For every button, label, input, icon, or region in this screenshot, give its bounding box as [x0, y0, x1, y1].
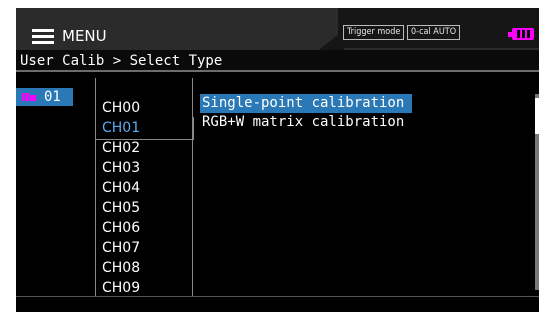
column-divider	[192, 78, 193, 296]
channel-item[interactable]: CH06	[102, 218, 140, 238]
channel-item[interactable]: CH00	[102, 98, 140, 118]
header-bar: MENU Trigger mode 0-cal AUTO	[16, 8, 539, 52]
channel-item[interactable]: CH02	[102, 138, 140, 158]
channel-list: CH00 CH01 CH02 CH03 CH04 CH05 CH06 CH07 …	[102, 98, 140, 298]
calibration-type-rgbw-matrix[interactable]: RGB+W matrix calibration	[200, 113, 412, 132]
zero-cal-badge: 0-cal AUTO	[407, 25, 461, 40]
probe-label: 01	[44, 89, 61, 105]
battery-icon	[508, 28, 534, 40]
breadcrumb: User Calib > Select Type	[16, 50, 539, 72]
probe-selector[interactable]: 01	[16, 88, 73, 106]
channel-item[interactable]: CH03	[102, 158, 140, 178]
channel-item[interactable]: CH08	[102, 258, 140, 278]
channel-item-selected[interactable]: CH01	[102, 118, 140, 138]
hamburger-menu-icon[interactable]	[32, 29, 54, 44]
footer-divider	[16, 296, 539, 297]
channel-item[interactable]: CH07	[102, 238, 140, 258]
menu-label[interactable]: MENU	[62, 27, 107, 45]
trigger-mode-badge: Trigger mode	[343, 25, 405, 40]
probe-connector-icon	[22, 93, 36, 101]
scrollbar-thumb[interactable]	[535, 98, 539, 134]
device-screen: MENU Trigger mode 0-cal AUTO User Calib …	[16, 8, 539, 312]
channel-item[interactable]: CH09	[102, 278, 140, 298]
channel-item[interactable]: CH04	[102, 178, 140, 198]
column-divider	[95, 78, 96, 296]
calibration-type-single-point[interactable]: Single-point calibration	[200, 94, 412, 113]
calibration-type-list: Single-point calibration RGB+W matrix ca…	[200, 94, 412, 132]
channel-item[interactable]: CH05	[102, 198, 140, 218]
